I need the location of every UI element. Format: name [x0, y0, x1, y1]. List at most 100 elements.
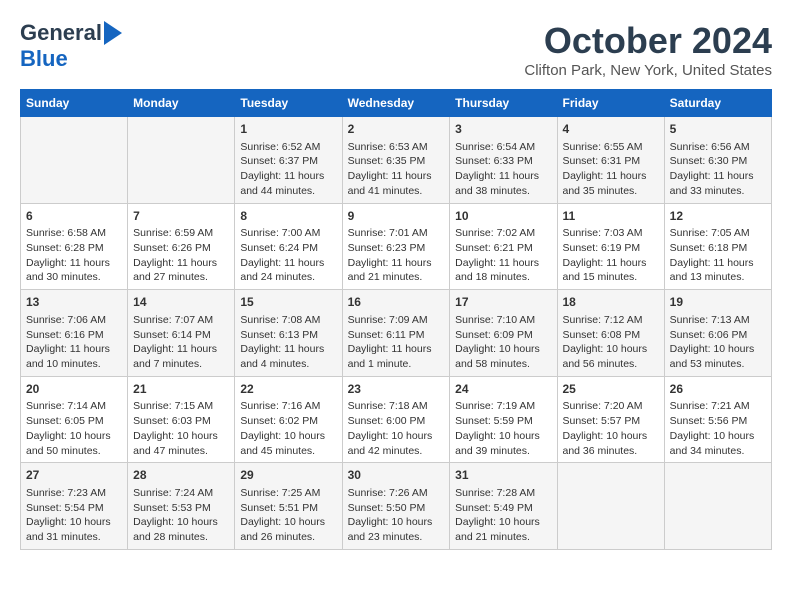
day-number: 23	[348, 381, 445, 398]
day-info: Sunrise: 6:52 AM	[240, 140, 336, 155]
day-info: Sunset: 6:09 PM	[455, 328, 551, 343]
day-info: Daylight: 11 hours and 38 minutes.	[455, 169, 551, 198]
day-number: 22	[240, 381, 336, 398]
calendar-cell: 1Sunrise: 6:52 AMSunset: 6:37 PMDaylight…	[235, 117, 342, 204]
day-number: 27	[26, 467, 122, 484]
day-number: 3	[455, 121, 551, 138]
day-info: Sunset: 6:11 PM	[348, 328, 445, 343]
day-number: 21	[133, 381, 229, 398]
day-info: Daylight: 10 hours and 42 minutes.	[348, 429, 445, 458]
day-info: Sunset: 5:51 PM	[240, 501, 336, 516]
day-info: Sunrise: 7:10 AM	[455, 313, 551, 328]
day-info: Sunrise: 7:13 AM	[670, 313, 766, 328]
calendar-table: SundayMondayTuesdayWednesdayThursdayFrid…	[20, 89, 772, 550]
calendar-cell	[664, 463, 771, 550]
header-sunday: Sunday	[21, 90, 128, 117]
calendar-cell: 22Sunrise: 7:16 AMSunset: 6:02 PMDayligh…	[235, 376, 342, 463]
day-info: Sunrise: 7:08 AM	[240, 313, 336, 328]
calendar-cell: 20Sunrise: 7:14 AMSunset: 6:05 PMDayligh…	[21, 376, 128, 463]
header-monday: Monday	[128, 90, 235, 117]
day-info: Sunset: 6:21 PM	[455, 241, 551, 256]
day-number: 12	[670, 208, 766, 225]
calendar-cell: 6Sunrise: 6:58 AMSunset: 6:28 PMDaylight…	[21, 203, 128, 290]
day-info: Daylight: 11 hours and 33 minutes.	[670, 169, 766, 198]
calendar-cell: 5Sunrise: 6:56 AMSunset: 6:30 PMDaylight…	[664, 117, 771, 204]
day-info: Sunset: 6:16 PM	[26, 328, 122, 343]
day-info: Sunrise: 7:06 AM	[26, 313, 122, 328]
day-info: Daylight: 10 hours and 45 minutes.	[240, 429, 336, 458]
logo: General Blue	[20, 20, 122, 72]
day-number: 30	[348, 467, 445, 484]
day-info: Sunset: 6:31 PM	[563, 154, 659, 169]
month-title: October 2024	[524, 20, 772, 62]
day-info: Daylight: 11 hours and 18 minutes.	[455, 256, 551, 285]
day-info: Sunrise: 7:03 AM	[563, 226, 659, 241]
day-info: Sunset: 5:53 PM	[133, 501, 229, 516]
day-info: Sunrise: 7:24 AM	[133, 486, 229, 501]
day-info: Sunrise: 6:55 AM	[563, 140, 659, 155]
day-info: Sunset: 6:05 PM	[26, 414, 122, 429]
calendar-week-row: 20Sunrise: 7:14 AMSunset: 6:05 PMDayligh…	[21, 376, 772, 463]
day-info: Sunrise: 7:26 AM	[348, 486, 445, 501]
day-info: Daylight: 10 hours and 28 minutes.	[133, 515, 229, 544]
day-info: Sunset: 6:00 PM	[348, 414, 445, 429]
calendar-cell: 9Sunrise: 7:01 AMSunset: 6:23 PMDaylight…	[342, 203, 450, 290]
day-number: 16	[348, 294, 445, 311]
day-number: 26	[670, 381, 766, 398]
day-info: Sunrise: 7:21 AM	[670, 399, 766, 414]
day-info: Daylight: 11 hours and 1 minute.	[348, 342, 445, 371]
calendar-cell: 23Sunrise: 7:18 AMSunset: 6:00 PMDayligh…	[342, 376, 450, 463]
day-info: Sunset: 6:18 PM	[670, 241, 766, 256]
day-info: Sunrise: 7:05 AM	[670, 226, 766, 241]
day-info: Daylight: 10 hours and 21 minutes.	[455, 515, 551, 544]
calendar-week-row: 13Sunrise: 7:06 AMSunset: 6:16 PMDayligh…	[21, 290, 772, 377]
day-info: Sunrise: 7:00 AM	[240, 226, 336, 241]
day-info: Sunset: 5:57 PM	[563, 414, 659, 429]
calendar-cell: 14Sunrise: 7:07 AMSunset: 6:14 PMDayligh…	[128, 290, 235, 377]
day-info: Sunset: 6:06 PM	[670, 328, 766, 343]
day-info: Sunrise: 6:59 AM	[133, 226, 229, 241]
day-info: Sunrise: 7:18 AM	[348, 399, 445, 414]
day-info: Sunset: 5:54 PM	[26, 501, 122, 516]
calendar-cell: 18Sunrise: 7:12 AMSunset: 6:08 PMDayligh…	[557, 290, 664, 377]
header-saturday: Saturday	[664, 90, 771, 117]
day-number: 13	[26, 294, 122, 311]
day-info: Sunrise: 6:56 AM	[670, 140, 766, 155]
day-number: 11	[563, 208, 659, 225]
calendar-cell: 30Sunrise: 7:26 AMSunset: 5:50 PMDayligh…	[342, 463, 450, 550]
calendar-cell: 2Sunrise: 6:53 AMSunset: 6:35 PMDaylight…	[342, 117, 450, 204]
day-number: 28	[133, 467, 229, 484]
day-info: Sunrise: 7:14 AM	[26, 399, 122, 414]
day-info: Sunrise: 7:01 AM	[348, 226, 445, 241]
calendar-cell: 19Sunrise: 7:13 AMSunset: 6:06 PMDayligh…	[664, 290, 771, 377]
day-info: Daylight: 11 hours and 35 minutes.	[563, 169, 659, 198]
day-info: Daylight: 10 hours and 47 minutes.	[133, 429, 229, 458]
day-info: Sunset: 6:33 PM	[455, 154, 551, 169]
day-info: Sunrise: 7:02 AM	[455, 226, 551, 241]
day-number: 25	[563, 381, 659, 398]
day-number: 10	[455, 208, 551, 225]
day-info: Daylight: 11 hours and 30 minutes.	[26, 256, 122, 285]
header-thursday: Thursday	[450, 90, 557, 117]
calendar-cell: 11Sunrise: 7:03 AMSunset: 6:19 PMDayligh…	[557, 203, 664, 290]
day-info: Sunrise: 7:28 AM	[455, 486, 551, 501]
calendar-cell: 10Sunrise: 7:02 AMSunset: 6:21 PMDayligh…	[450, 203, 557, 290]
calendar-cell: 31Sunrise: 7:28 AMSunset: 5:49 PMDayligh…	[450, 463, 557, 550]
calendar-cell: 28 Sunrise: 7:24 AMSunset: 5:53 PMDayligh…	[128, 463, 235, 550]
header-friday: Friday	[557, 90, 664, 117]
day-number: 4	[563, 121, 659, 138]
header-wednesday: Wednesday	[342, 90, 450, 117]
calendar-week-row: 1Sunrise: 6:52 AMSunset: 6:37 PMDaylight…	[21, 117, 772, 204]
day-number: 6	[26, 208, 122, 225]
day-info: Sunrise: 7:07 AM	[133, 313, 229, 328]
day-number: 24	[455, 381, 551, 398]
day-number: 9	[348, 208, 445, 225]
day-info: Sunrise: 7:19 AM	[455, 399, 551, 414]
day-info: Daylight: 11 hours and 10 minutes.	[26, 342, 122, 371]
day-info: Sunrise: 6:58 AM	[26, 226, 122, 241]
day-info: Daylight: 10 hours and 50 minutes.	[26, 429, 122, 458]
day-info: Sunset: 5:49 PM	[455, 501, 551, 516]
calendar-cell: 27Sunrise: 7:23 AMSunset: 5:54 PMDayligh…	[21, 463, 128, 550]
day-number: 29	[240, 467, 336, 484]
logo-text-general: General	[20, 20, 102, 46]
